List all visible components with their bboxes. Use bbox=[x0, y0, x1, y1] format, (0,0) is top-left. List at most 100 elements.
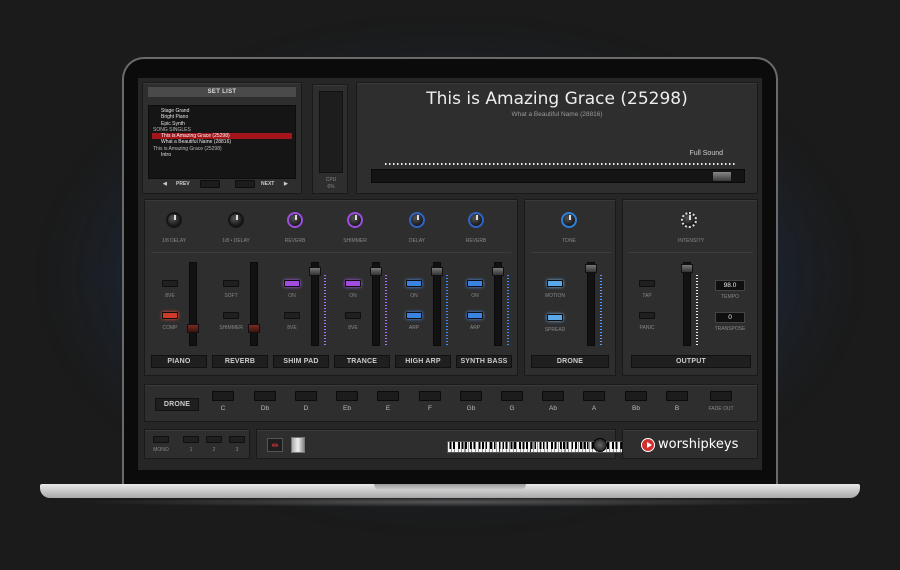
channel-btn2-button[interactable] bbox=[406, 312, 422, 319]
transpose-display[interactable]: 0 bbox=[715, 312, 745, 323]
channel-btn2-button[interactable] bbox=[223, 312, 239, 319]
drone-key-label: Ab bbox=[549, 405, 557, 412]
motion-button[interactable] bbox=[547, 280, 563, 287]
spread-button[interactable] bbox=[547, 314, 563, 321]
intensity-knob[interactable] bbox=[681, 212, 697, 228]
drone-key-button[interactable] bbox=[583, 391, 605, 401]
brand-panel: worshipkeys bbox=[622, 429, 758, 459]
setlist-header: SET LIST bbox=[148, 87, 296, 97]
channel-fader-cap[interactable] bbox=[187, 324, 199, 334]
prev-slot-button[interactable] bbox=[200, 180, 220, 188]
channel-fader[interactable] bbox=[187, 262, 199, 346]
drone-key-button[interactable] bbox=[254, 391, 276, 401]
effect-knob[interactable] bbox=[228, 212, 244, 228]
next-button[interactable]: NEXT bbox=[261, 181, 274, 187]
drone-key-button[interactable] bbox=[419, 391, 441, 401]
effect-knob[interactable] bbox=[347, 212, 363, 228]
channel-name: REVERB bbox=[212, 355, 268, 368]
fade-out-button[interactable] bbox=[710, 391, 732, 401]
channel-btn1-button[interactable] bbox=[284, 280, 300, 287]
prev-arrow-icon[interactable]: ◀ bbox=[163, 181, 167, 187]
output-fader-cap[interactable] bbox=[681, 264, 693, 273]
channel-btn2-button[interactable] bbox=[345, 312, 361, 319]
channel-btn1-button[interactable] bbox=[406, 280, 422, 287]
tempo-label: TEMPO bbox=[721, 294, 739, 300]
song-subtitle: What a Beautiful Name (28816) bbox=[511, 111, 603, 118]
effect-knob[interactable] bbox=[468, 212, 484, 228]
effect-knob[interactable] bbox=[166, 212, 182, 228]
tempo-display[interactable]: 98.0 bbox=[715, 280, 745, 291]
effect-knob[interactable] bbox=[409, 212, 425, 228]
channel-btn1-button[interactable] bbox=[223, 280, 239, 287]
channel-btn2-button[interactable] bbox=[162, 312, 178, 319]
channel-name: PIANO bbox=[151, 355, 207, 368]
mono-button[interactable] bbox=[153, 436, 169, 443]
effect-knob-label: 1/8 • DELAY bbox=[222, 238, 250, 244]
drone-key-label: A bbox=[591, 405, 597, 412]
intensity-label: INTENSITY bbox=[677, 238, 705, 244]
next-slot-button[interactable] bbox=[235, 180, 255, 188]
channel-fader-cap[interactable] bbox=[248, 324, 260, 334]
output-level-meter bbox=[696, 275, 698, 345]
channel-name: SHIM PAD bbox=[273, 355, 329, 368]
morph-slider-handle[interactable] bbox=[711, 171, 732, 182]
pitch-wheel-icon[interactable]: ⇹ bbox=[267, 438, 283, 452]
channel-fader[interactable] bbox=[370, 262, 382, 346]
drone-key-label: G bbox=[509, 405, 515, 412]
drone-panel: TONE MOTION SPREAD DRONE bbox=[524, 199, 616, 376]
drone-key-button[interactable] bbox=[501, 391, 523, 401]
panic-button[interactable] bbox=[639, 312, 655, 319]
channel-fader-cap[interactable] bbox=[370, 266, 382, 276]
channel-fader-cap[interactable] bbox=[492, 266, 504, 276]
channel-btn2-label: COMP bbox=[162, 325, 178, 331]
drone-key-button[interactable] bbox=[625, 391, 647, 401]
drone-key-button[interactable] bbox=[666, 391, 688, 401]
channel-fader-cap[interactable] bbox=[309, 266, 321, 276]
mod-wheel-icon[interactable] bbox=[291, 437, 305, 453]
drone-channel-name: DRONE bbox=[531, 355, 609, 368]
sustain-pedal-icon[interactable] bbox=[593, 438, 607, 452]
drone-key-button[interactable] bbox=[542, 391, 564, 401]
prev-button[interactable]: PREV bbox=[176, 181, 190, 187]
drone-key-label: B bbox=[674, 405, 680, 412]
drone-key-button[interactable] bbox=[295, 391, 317, 401]
channel-fader[interactable] bbox=[492, 262, 504, 346]
drone-key-button[interactable] bbox=[377, 391, 399, 401]
drone-fader-cap[interactable] bbox=[585, 264, 597, 273]
setlist[interactable]: Stage Grand Bright Piano Epic Synth SONG SI… bbox=[148, 105, 296, 179]
preset-2-button[interactable] bbox=[206, 436, 222, 443]
drone-key-label: Eb bbox=[343, 405, 351, 412]
effect-knob-label: 1/8 DELAY bbox=[161, 238, 187, 244]
channel-btn1-button[interactable] bbox=[467, 280, 483, 287]
channel-btn1-button[interactable] bbox=[162, 280, 178, 287]
channel-fader-cap[interactable] bbox=[431, 266, 443, 276]
tone-knob[interactable] bbox=[561, 212, 577, 228]
effect-knob[interactable] bbox=[287, 212, 303, 228]
drone-keys-panel: DRONE C Db D Eb E F Gb G Ab A Bb B FADE OUT bbox=[144, 384, 758, 422]
divider bbox=[629, 252, 753, 253]
channel-btn1-label: SOFT bbox=[224, 293, 238, 299]
channel-name: TRANCE bbox=[334, 355, 390, 368]
drone-key-button[interactable] bbox=[212, 391, 234, 401]
channel-fader[interactable] bbox=[431, 262, 443, 346]
channel-fader[interactable] bbox=[309, 262, 321, 346]
mono-label: MONO bbox=[153, 447, 169, 453]
channel-fader[interactable] bbox=[248, 262, 260, 346]
drone-fader[interactable] bbox=[585, 262, 597, 346]
channel-btn1-button[interactable] bbox=[345, 280, 361, 287]
transpose-label: TRANSPOSE bbox=[714, 326, 746, 332]
output-channel-name: OUTPUT bbox=[631, 355, 751, 368]
drone-key-label: Bb bbox=[632, 405, 640, 412]
setlist-item[interactable]: Intro bbox=[149, 152, 295, 158]
preset-1-button[interactable] bbox=[183, 436, 199, 443]
tap-button[interactable] bbox=[639, 280, 655, 287]
next-arrow-icon[interactable]: ▶ bbox=[284, 181, 288, 187]
drone-key-button[interactable] bbox=[460, 391, 482, 401]
channel-btn2-button[interactable] bbox=[284, 312, 300, 319]
preset-3-button[interactable] bbox=[229, 436, 245, 443]
morph-slider[interactable] bbox=[371, 169, 745, 183]
panic-label: PANIC bbox=[639, 325, 655, 331]
channel-btn2-button[interactable] bbox=[467, 312, 483, 319]
output-fader[interactable] bbox=[681, 262, 693, 346]
drone-key-button[interactable] bbox=[336, 391, 358, 401]
